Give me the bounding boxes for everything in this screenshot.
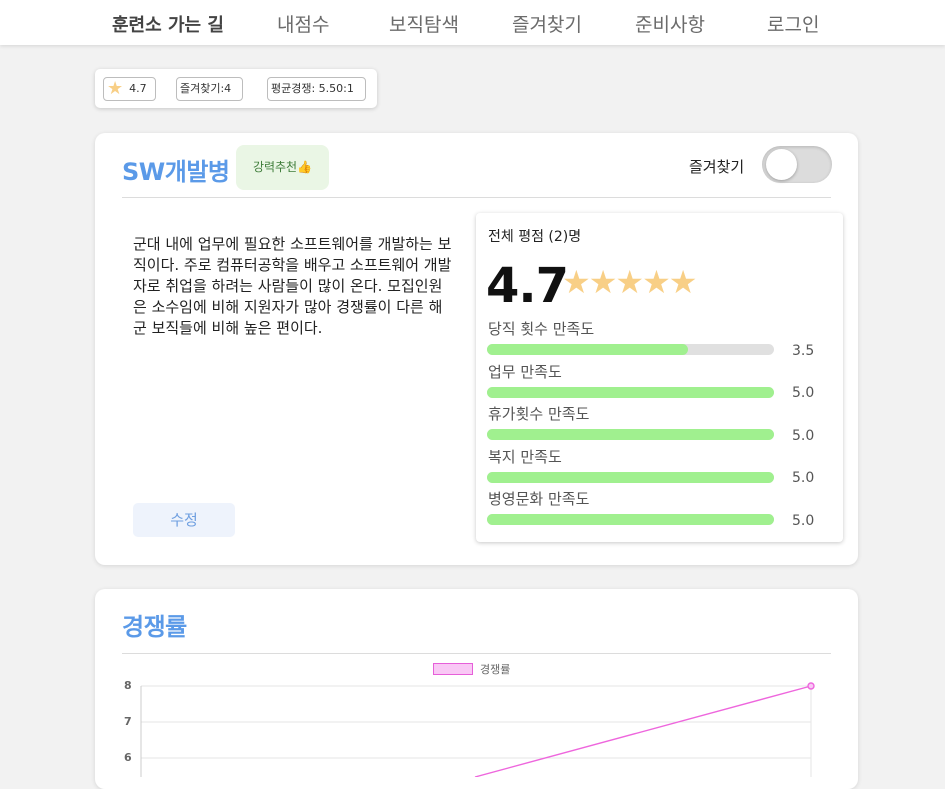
series-line bbox=[474, 685, 812, 777]
data-point[interactable] bbox=[807, 682, 815, 690]
competition-chart bbox=[140, 682, 815, 777]
